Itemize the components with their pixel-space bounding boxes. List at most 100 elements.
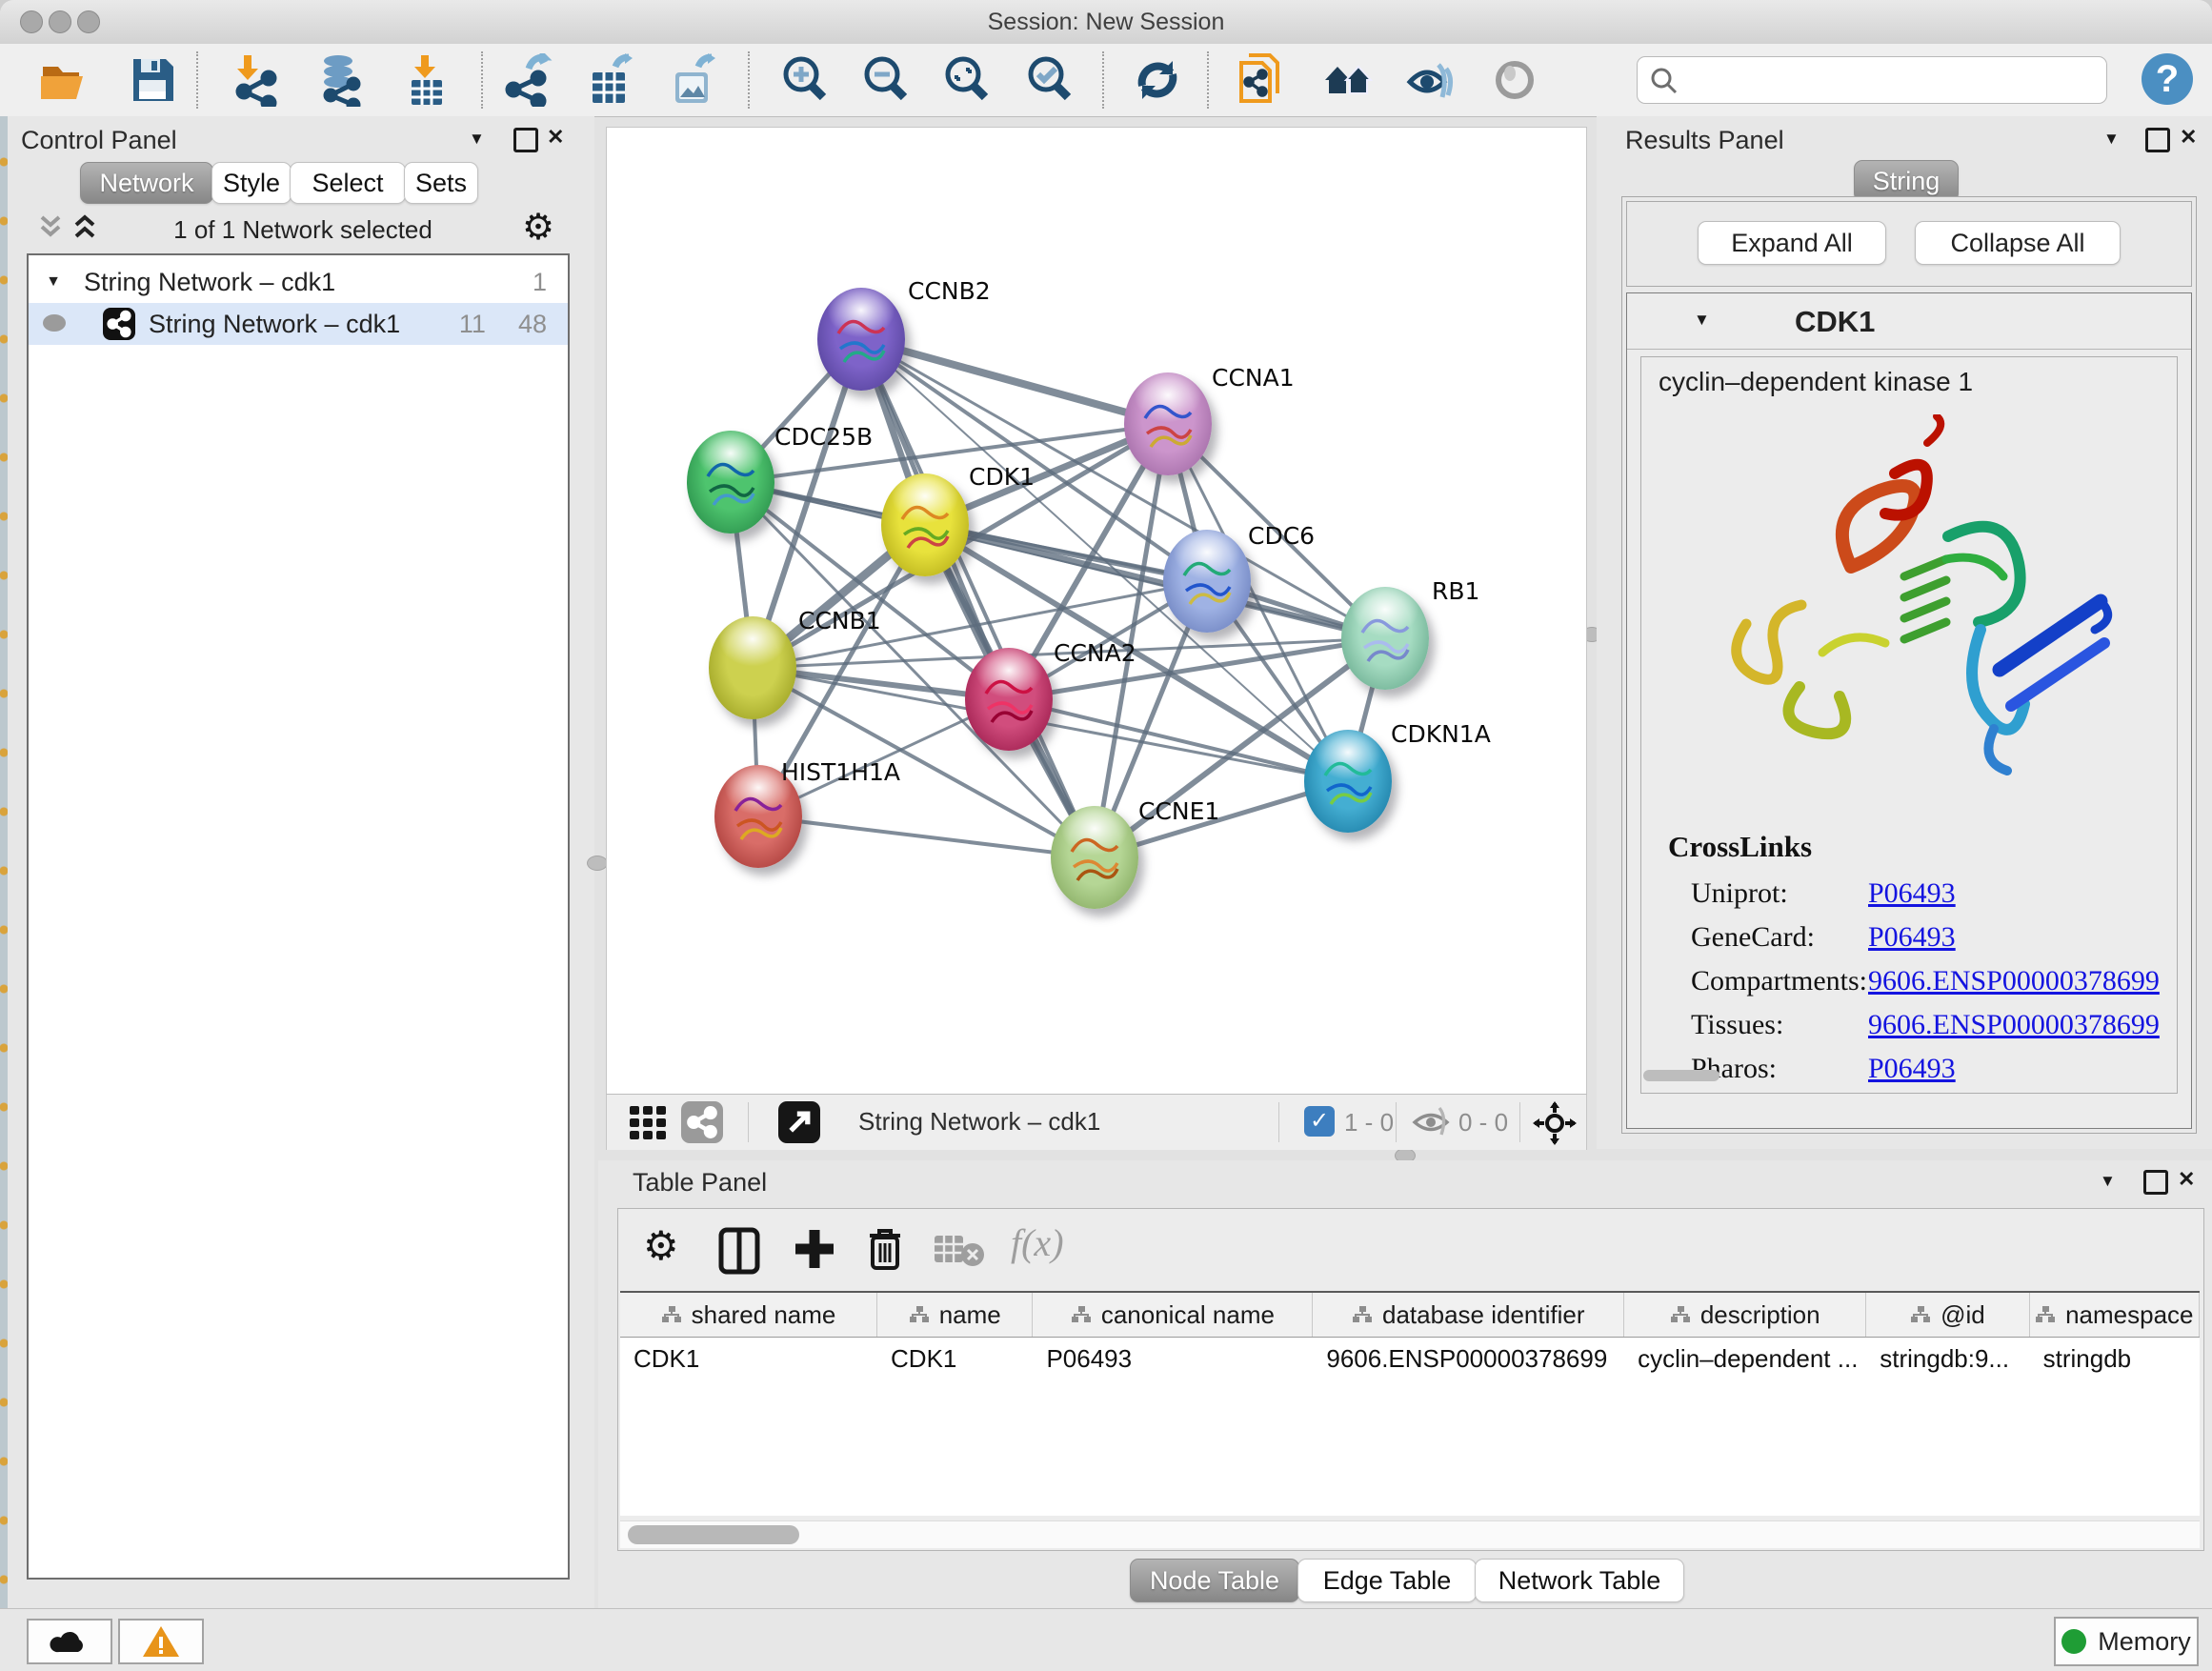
cloud-button[interactable] (27, 1619, 112, 1664)
collapse-all-networks-icon[interactable] (34, 213, 67, 242)
tab-select[interactable]: Select (290, 162, 406, 204)
zoom-fit-icon[interactable] (940, 53, 994, 107)
network-birdseye-icon[interactable] (681, 1101, 723, 1143)
results-panel-collapse-icon[interactable]: ▼ (2103, 130, 2120, 149)
export-image-icon[interactable] (666, 53, 719, 107)
fit-content-crosshair-icon[interactable] (1533, 1101, 1577, 1145)
collapse-all-button[interactable]: Collapse All (1915, 221, 2121, 265)
protein-thumbnail-CCNA1 (1137, 395, 1198, 462)
delete-column-trash-icon[interactable] (864, 1224, 906, 1274)
table-panel-float-icon[interactable] (2143, 1170, 2168, 1195)
node-CDK1[interactable] (881, 473, 969, 576)
crosslink-row: Pharos:P06493 (1691, 1047, 2167, 1091)
delete-table-icon-disabled[interactable] (933, 1232, 986, 1270)
control-panel-float-icon[interactable] (513, 128, 538, 152)
function-builder-icon-disabled[interactable]: f(x) (1011, 1220, 1064, 1265)
node-CCNA2[interactable] (965, 648, 1053, 751)
import-table-icon[interactable] (400, 53, 453, 107)
network-row-selected[interactable]: String Network – cdk1 11 48 (29, 303, 568, 345)
hide-graphics-details-icon[interactable] (1402, 53, 1456, 107)
protein-structure-image (1708, 414, 2118, 805)
node-CCNA1[interactable] (1124, 372, 1212, 475)
show-graphics-details-icon-disabled[interactable] (1488, 53, 1541, 107)
save-session-icon[interactable] (126, 53, 179, 107)
control-panel-close-icon[interactable]: ✕ (547, 127, 564, 148)
tab-sets[interactable]: Sets (404, 162, 478, 204)
tab-edge-table[interactable]: Edge Table (1297, 1559, 1477, 1602)
grid-view-icon[interactable] (628, 1104, 668, 1142)
crosslink-link[interactable]: P06493 (1868, 877, 1956, 910)
add-column-icon[interactable] (792, 1226, 837, 1272)
zoom-out-icon[interactable] (859, 53, 913, 107)
search-input[interactable] (1687, 61, 2096, 99)
import-network-icon[interactable] (231, 53, 284, 107)
column-header-description[interactable]: description (1624, 1293, 1866, 1337)
table-settings-gear-icon[interactable]: ⚙ (643, 1222, 679, 1269)
zoom-in-icon[interactable] (778, 53, 832, 107)
tab-style[interactable]: Style (211, 162, 292, 204)
table-hscrollbar-thumb[interactable] (628, 1525, 799, 1544)
export-network-icon[interactable] (500, 53, 553, 107)
tab-node-table[interactable]: Node Table (1130, 1559, 1299, 1602)
selected-checkbox-icon[interactable]: ✓ (1304, 1106, 1335, 1137)
refresh-layout-icon[interactable] (1131, 53, 1184, 107)
column-header-database-identifier[interactable]: database identifier (1313, 1293, 1624, 1337)
node-CCNB1[interactable] (709, 616, 796, 719)
tree-expand-caret-icon[interactable]: ▼ (29, 273, 61, 291)
tab-network[interactable]: Network (80, 162, 213, 204)
network-collection-row[interactable]: ▼ String Network – cdk1 1 (29, 261, 568, 303)
column-header-shared-name[interactable]: shared name (620, 1293, 877, 1337)
node-table: shared namenamecanonical namedatabase id… (620, 1291, 2200, 1516)
results-panel-float-icon[interactable] (2145, 128, 2170, 152)
export-table-icon[interactable] (583, 53, 636, 107)
left-splitter-handle[interactable] (587, 856, 608, 871)
protein-thumbnail-RB1 (1355, 610, 1416, 676)
control-panel-collapse-icon[interactable]: ▼ (469, 130, 485, 149)
expand-all-networks-icon[interactable] (69, 213, 101, 242)
node-CDC25B[interactable] (687, 431, 774, 534)
node-CCNE1[interactable] (1051, 806, 1138, 909)
node-CDKN1A[interactable] (1304, 730, 1392, 833)
memory-button[interactable]: Memory (2054, 1617, 2199, 1666)
results-panel-close-icon[interactable]: ✕ (2180, 127, 2197, 148)
node-RB1[interactable] (1341, 587, 1429, 690)
help-icon[interactable]: ? (2142, 53, 2193, 105)
gene-section-header[interactable]: ▼ CDK1 (1627, 293, 2191, 350)
node-label-CCNA1: CCNA1 (1212, 364, 1295, 392)
table-columns-icon[interactable] (717, 1226, 761, 1276)
open-in-new-window-icon[interactable] (778, 1101, 820, 1143)
open-session-icon[interactable] (37, 53, 90, 107)
column-header--id[interactable]: @id (1866, 1293, 2029, 1337)
table-row[interactable]: CDK1CDK1P064939606.ENSP00000378699cyclin… (620, 1338, 2200, 1379)
network-nodes-layer: CCNB2CCNA1CDC25BCDK1CDC6RB1CCNB1CCNA2CDK… (607, 128, 1586, 1095)
zoom-selected-icon[interactable] (1023, 53, 1076, 107)
cytoscape-window: Session: New Session (0, 0, 2212, 1671)
desktop-edge (0, 116, 8, 1608)
crosslink-link[interactable]: P06493 (1868, 1053, 1956, 1085)
expand-all-button[interactable]: Expand All (1698, 221, 1886, 265)
table-panel: Table Panel ▼ ✕ ⚙ (598, 1160, 2212, 1608)
crosslink-link[interactable]: 9606.ENSP00000378699 (1868, 965, 2160, 997)
import-database-icon[interactable] (313, 53, 367, 107)
column-header-canonical-name[interactable]: canonical name (1033, 1293, 1313, 1337)
hidden-eye-slash-icon[interactable] (1411, 1106, 1451, 1138)
column-header-name[interactable]: name (877, 1293, 1033, 1337)
crosslink-link[interactable]: P06493 (1868, 921, 1956, 954)
network-canvas[interactable]: CCNB2CCNA1CDC25BCDK1CDC6RB1CCNB1CCNA2CDK… (606, 127, 1587, 1096)
node-CCNB2[interactable] (817, 288, 905, 391)
column-header-namespace[interactable]: namespace (2030, 1293, 2200, 1337)
share-session-file-icon[interactable] (1236, 53, 1289, 107)
gene-box-hscrollbar-thumb[interactable] (1643, 1070, 1719, 1081)
table-panel-collapse-icon[interactable]: ▼ (2100, 1172, 2116, 1191)
node-label-RB1: RB1 (1432, 577, 1479, 605)
crosslink-label: Tissues: (1691, 1009, 1868, 1041)
node-CDC6[interactable] (1163, 530, 1251, 633)
toolbar-separator (1519, 1102, 1520, 1142)
gene-collapse-caret-icon[interactable]: ▼ (1694, 311, 1710, 330)
home-networks-icon[interactable] (1321, 53, 1375, 107)
crosslink-link[interactable]: 9606.ENSP00000378699 (1868, 1009, 2160, 1041)
warning-button[interactable] (118, 1619, 204, 1664)
network-options-gear-icon[interactable]: ⚙ (522, 206, 554, 249)
table-panel-close-icon[interactable]: ✕ (2178, 1169, 2195, 1190)
tab-network-table[interactable]: Network Table (1475, 1559, 1684, 1602)
